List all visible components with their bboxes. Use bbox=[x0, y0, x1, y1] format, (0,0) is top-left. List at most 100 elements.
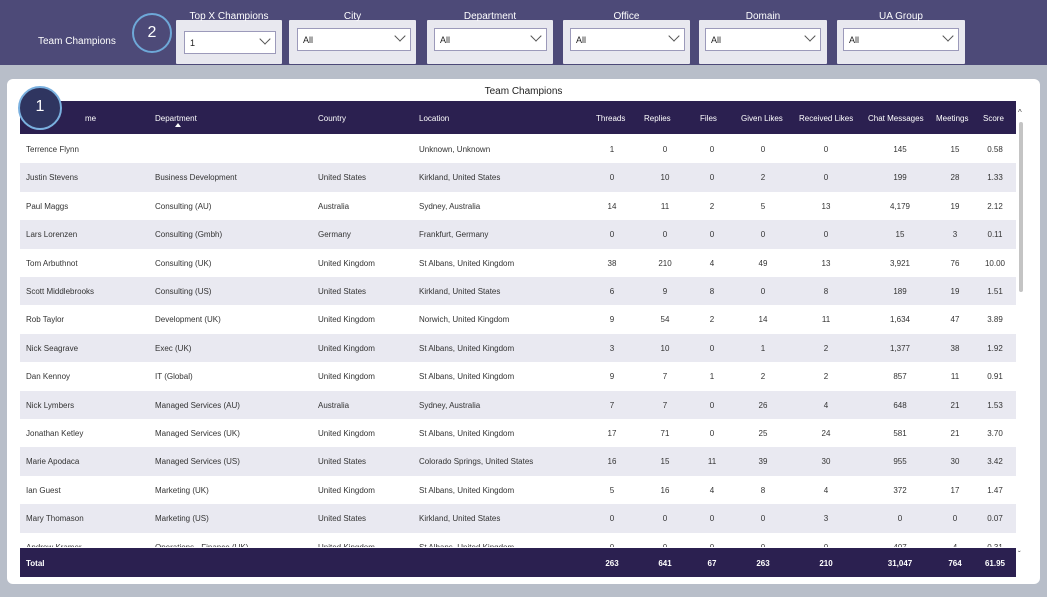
cell-meetings: 3 bbox=[952, 230, 958, 240]
table-row[interactable]: Justin Stevens Business Development United… bbox=[20, 163, 1016, 192]
col-name[interactable]: me bbox=[85, 114, 96, 123]
cell-threads: 6 bbox=[609, 287, 615, 296]
cell-files: 8 bbox=[709, 287, 715, 296]
scroll-down-icon[interactable]: ˇ bbox=[1018, 550, 1021, 559]
cell-location: St Albans, United Kingdom bbox=[419, 343, 515, 353]
cell-meetings: 11 bbox=[950, 372, 960, 382]
cell-given-likes: 0 bbox=[760, 514, 766, 524]
chevron-down-icon bbox=[668, 30, 680, 42]
cell-threads: 38 bbox=[607, 258, 617, 268]
col-country[interactable]: Country bbox=[318, 114, 346, 123]
cell-replies: 9 bbox=[662, 287, 668, 296]
cell-department: Development (UK) bbox=[155, 315, 221, 325]
cell-received-likes: 13 bbox=[821, 258, 831, 268]
cell-files: 2 bbox=[709, 315, 715, 325]
col-files[interactable]: Files bbox=[700, 114, 717, 123]
cell-location: Kirkland, United States bbox=[419, 173, 501, 183]
cell-chat-messages: 3,921 bbox=[889, 258, 911, 268]
col-meetings[interactable]: Meetings bbox=[936, 114, 968, 123]
col-department[interactable]: Department bbox=[155, 114, 197, 123]
table-row[interactable]: Dan Kennoy IT (Global) United Kingdom St Al… bbox=[20, 362, 1016, 390]
cell-country: United Kingdom bbox=[318, 372, 375, 382]
chevron-down-icon bbox=[259, 33, 271, 45]
cell-chat-messages: 581 bbox=[893, 429, 907, 438]
cell-country: United States bbox=[318, 287, 367, 296]
table-row[interactable]: Terrence Flynn Unknown, Unknown 1 0 0 0 0 145 15… bbox=[20, 135, 1016, 163]
cell-files: 0 bbox=[709, 514, 715, 524]
col-threads[interactable]: Threads bbox=[596, 114, 625, 123]
scroll-up-icon[interactable]: ^ bbox=[1018, 108, 1022, 117]
cell-country: United Kingdom bbox=[318, 429, 375, 438]
cell-received-likes: 4 bbox=[823, 485, 829, 495]
cell-received-likes: 0 bbox=[823, 230, 829, 240]
cell-score: 1.53 bbox=[987, 400, 1003, 410]
cell-threads: 16 bbox=[607, 457, 617, 467]
top-x-dropdown[interactable]: 1 bbox=[184, 31, 276, 54]
filter-label-domain: Domain bbox=[745, 11, 781, 22]
cell-country: United Kingdom bbox=[318, 258, 375, 268]
cell-received-likes: 3 bbox=[823, 514, 829, 524]
table-row[interactable]: Nick Seagrave Exec (UK) United Kingdom St A… bbox=[20, 333, 1016, 363]
domain-dropdown[interactable]: All bbox=[705, 28, 821, 51]
cell-files: 0 bbox=[687, 543, 737, 547]
cell-threads: 1 bbox=[609, 145, 615, 154]
cell-name: Paul Maggs bbox=[26, 201, 69, 211]
cell-department: Consulting (UK) bbox=[155, 258, 212, 268]
table-row[interactable]: Paul Maggs Consulting (AU) Australia Sydney… bbox=[20, 192, 1016, 220]
total-meetings: 764 bbox=[948, 559, 962, 568]
table-row[interactable]: Ian Guest Marketing (UK) United Kingdom St … bbox=[20, 476, 1016, 504]
chevron-down-icon bbox=[942, 30, 954, 42]
cell-score: 2.12 bbox=[987, 201, 1003, 211]
table-total-row: Total 263 641 67 263 210 31,047 764 61.95 bbox=[20, 548, 1016, 577]
cell-score: 10.00 bbox=[984, 258, 1006, 268]
cell-replies: 11 bbox=[660, 201, 670, 211]
table-row[interactable]: Nick Lymbers Managed Services (AU) Austral… bbox=[20, 390, 1016, 419]
chevron-down-icon bbox=[804, 30, 816, 42]
col-given-likes[interactable]: Given Likes bbox=[741, 114, 783, 123]
table-row[interactable]: Rob Taylor Development (UK) United Kingdom… bbox=[20, 305, 1016, 333]
cell-given-likes: 49 bbox=[758, 258, 768, 268]
table-row[interactable]: Tom Arbuthnot Consulting (UK) United Kingd… bbox=[20, 249, 1016, 277]
cell-files: 4 bbox=[709, 258, 715, 268]
cell-replies: 0 bbox=[640, 543, 690, 547]
table-row[interactable]: Jonathan Ketley Managed Services (UK) Unit… bbox=[20, 419, 1016, 447]
table-row[interactable]: Mary Thomason Marketing (US) United States… bbox=[20, 504, 1016, 533]
cell-files: 11 bbox=[707, 457, 717, 467]
col-score[interactable]: Score bbox=[983, 114, 1004, 123]
total-score: 61.95 bbox=[984, 559, 1006, 568]
cell-files: 0 bbox=[709, 145, 715, 154]
cell-location: Unknown, Unknown bbox=[419, 145, 491, 154]
cell-chat-messages: 648 bbox=[893, 400, 907, 410]
table-row[interactable]: Scott Middlebrooks Consulting (US) United … bbox=[20, 277, 1016, 306]
cell-given-likes: 2 bbox=[760, 372, 766, 382]
cell-name: Tom Arbuthnot bbox=[26, 258, 78, 268]
cell-meetings: 17 bbox=[950, 485, 960, 495]
cell-threads: 0 bbox=[587, 543, 637, 547]
table-row[interactable]: Marie Apodaca Managed Services (US) United… bbox=[20, 447, 1016, 476]
cell-files: 1 bbox=[709, 372, 715, 382]
cell-score: 0.07 bbox=[987, 514, 1003, 524]
cell-country: United Kingdom bbox=[318, 343, 375, 353]
cell-received-likes: 2 bbox=[823, 343, 829, 353]
col-received-likes[interactable]: Received Likes bbox=[799, 114, 853, 123]
department-dropdown[interactable]: All bbox=[434, 28, 547, 51]
cell-chat-messages: 4,179 bbox=[889, 201, 911, 211]
scrollbar-thumb[interactable] bbox=[1019, 122, 1023, 292]
cell-department: Business Development bbox=[155, 173, 237, 183]
city-dropdown[interactable]: All bbox=[297, 28, 411, 51]
cell-score: 1.33 bbox=[987, 173, 1003, 183]
col-location[interactable]: Location bbox=[419, 114, 449, 123]
cell-department: Operations - Finance (UK) bbox=[155, 543, 248, 547]
cell-chat-messages: 955 bbox=[893, 457, 907, 467]
cell-location: Kirkland, United States bbox=[419, 514, 501, 524]
col-chat-messages[interactable]: Chat Messages bbox=[868, 114, 924, 123]
cell-location: Sydney, Australia bbox=[419, 400, 481, 410]
table-row[interactable]: Andrew Kramer Operations - Finance (UK) Un… bbox=[20, 533, 1016, 547]
office-dropdown[interactable]: All bbox=[570, 28, 685, 51]
cell-replies: 54 bbox=[660, 315, 670, 325]
ua-group-dropdown[interactable]: All bbox=[843, 28, 959, 51]
cell-threads: 9 bbox=[609, 372, 615, 382]
col-replies[interactable]: Replies bbox=[644, 114, 671, 123]
table-row[interactable]: Lars Lorenzen Consulting (Gmbh) Germany Fra… bbox=[20, 220, 1016, 249]
cell-name: Mary Thomason bbox=[26, 514, 84, 524]
